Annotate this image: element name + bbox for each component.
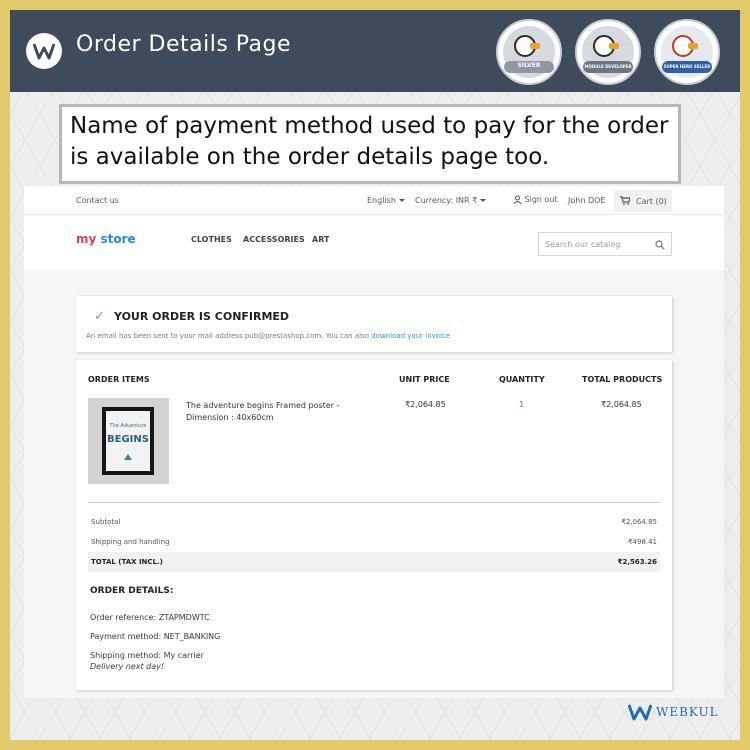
search-placeholder: Search our catalog (545, 240, 621, 249)
shipping-method: Shipping method: My carrier (90, 651, 204, 660)
item-unit-price: ₹2,064.85 (405, 400, 446, 409)
currency-selector[interactable]: Currency: INR ₹ (415, 196, 487, 205)
cart-icon (620, 196, 630, 205)
order-reference: Order reference: ZTAPMDWTC (90, 613, 210, 622)
nav-accessories[interactable]: ACCESSORIES (243, 235, 305, 244)
contact-link[interactable]: Contact us (76, 196, 119, 205)
payment-method: Payment method: NET_BANKING (90, 632, 221, 641)
prestashop-super-hero-seller-badge: SUPER HERO SELLER (654, 19, 720, 85)
chevron-down-icon (398, 199, 405, 202)
delivery-note: Delivery next day! (90, 662, 165, 671)
language-selector[interactable]: English (367, 196, 405, 205)
signout-link[interactable]: Sign out (513, 195, 558, 205)
col-quantity: QUANTITY (499, 375, 545, 384)
webkul-w-icon (628, 704, 652, 721)
order-confirmed-card: ✓ YOUR ORDER IS CONFIRMED An email has b… (76, 296, 672, 352)
product-image[interactable]: The Adventure BEGINS (88, 398, 169, 484)
item-total: ₹2,064.85 (601, 400, 642, 409)
shipping-row: Shipping and handling ₹498.41 (91, 538, 657, 546)
confirmation-message: An email has been sent to your mail addr… (86, 332, 451, 340)
confirmation-title: YOUR ORDER IS CONFIRMED (114, 310, 290, 323)
user-name[interactable]: John DOE (568, 196, 605, 205)
banner-title: Order Details Page (76, 32, 292, 57)
search-icon[interactable] (655, 240, 665, 250)
order-details-heading: ORDER DETAILS: (90, 586, 174, 596)
store-logo[interactable]: my store (76, 232, 136, 246)
store-header: Contact us English Currency: INR ₹ Sign … (24, 186, 724, 270)
download-invoice-link[interactable]: download your invoice (371, 332, 450, 340)
caption-box: Name of payment method used to pay for t… (59, 104, 681, 184)
check-icon: ✓ (94, 309, 105, 324)
caption-text: Name of payment method used to pay for t… (70, 113, 669, 170)
prestashop-module-developer-badge: MODULE DEVELOPER (575, 19, 641, 85)
total-row: TOTAL (TAX INCL.) ₹2,563.26 (88, 552, 660, 572)
cart-label: Cart (0) (636, 197, 667, 206)
user-icon (513, 195, 522, 205)
prestashop-silver-badge: SILVER (496, 19, 562, 85)
order-card: ORDER ITEMS UNIT PRICE QUANTITY TOTAL PR… (76, 360, 672, 690)
cart-button[interactable]: Cart (0) (614, 190, 672, 212)
col-total-products: TOTAL PRODUCTS (582, 375, 663, 384)
webkul-w-icon (33, 43, 55, 60)
product-name[interactable]: The adventure begins Framed poster - Dim… (186, 400, 339, 424)
webkul-logo (26, 33, 62, 69)
chevron-down-icon (480, 199, 487, 202)
store-screenshot: Contact us English Currency: INR ₹ Sign … (24, 186, 724, 698)
divider (88, 502, 660, 503)
item-quantity: 1 (519, 400, 525, 409)
promo-frame: Order Details Page SILVER MODULE DEVELOP… (10, 10, 740, 740)
nav-clothes[interactable]: CLOTHES (191, 235, 232, 244)
banner-header: Order Details Page SILVER MODULE DEVELOP… (10, 10, 740, 92)
col-unit-price: UNIT PRICE (399, 375, 450, 384)
webkul-footer-logo: WEBKUL (628, 700, 728, 724)
subtotal-row: Subtotal ₹2,064.85 (91, 518, 657, 526)
search-input[interactable]: Search our catalog (538, 232, 672, 256)
col-order-items: ORDER ITEMS (88, 375, 150, 384)
nav-art[interactable]: ART (312, 235, 329, 244)
